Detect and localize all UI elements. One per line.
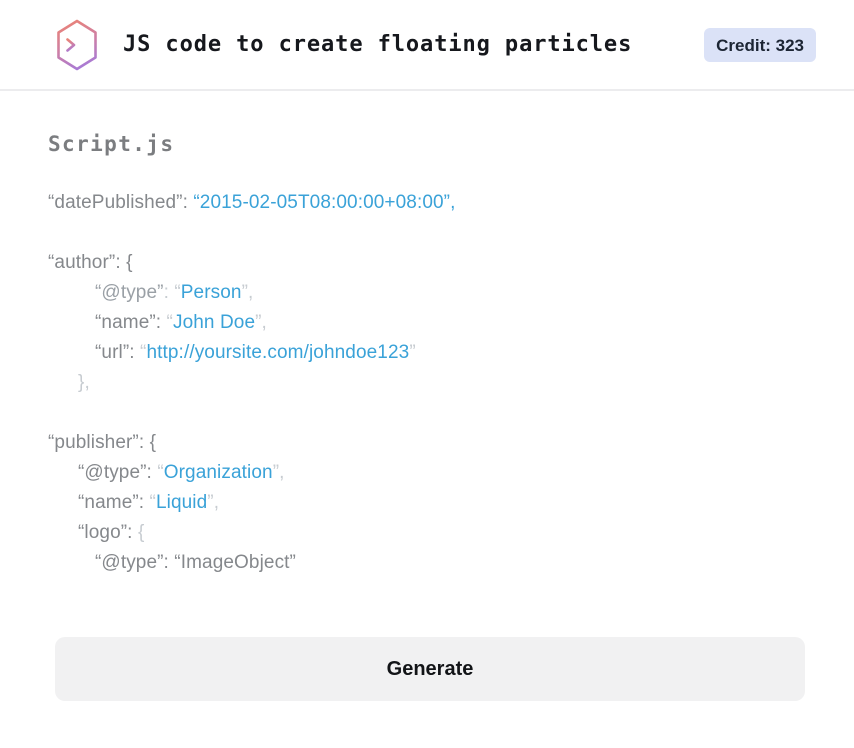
code-line: “@type”: “Person”, xyxy=(95,282,254,303)
code-line: “author”: { xyxy=(48,252,133,273)
code-line: “@type”: “Organization”, xyxy=(78,462,285,483)
code-line: “name”: “Liquid”, xyxy=(78,492,220,513)
generate-button[interactable]: Generate xyxy=(55,637,805,701)
code-line: “name”: “John Doe”, xyxy=(95,312,267,333)
page-title: JS code to create floating particles xyxy=(123,32,633,57)
credit-badge: Credit: 323 xyxy=(704,27,816,62)
code-line: “@type”: “ImageObject” xyxy=(95,552,296,573)
code-line: “url”: “http://yoursite.com/johndoe123” xyxy=(95,342,416,363)
app-header: JS code to create floating particles Cre… xyxy=(0,0,854,91)
code-line: “publisher”: { xyxy=(48,432,157,453)
terminal-prompt-hexagon-icon xyxy=(55,19,99,71)
code-line: “logo”: { xyxy=(78,522,145,543)
code-block: “datePublished”: “2015-02-05T08:00:00+08… xyxy=(48,188,834,578)
code-line: }, xyxy=(78,372,90,393)
file-name-heading: Script.js xyxy=(48,132,175,156)
code-line: “datePublished”: “2015-02-05T08:00:00+08… xyxy=(48,192,456,213)
